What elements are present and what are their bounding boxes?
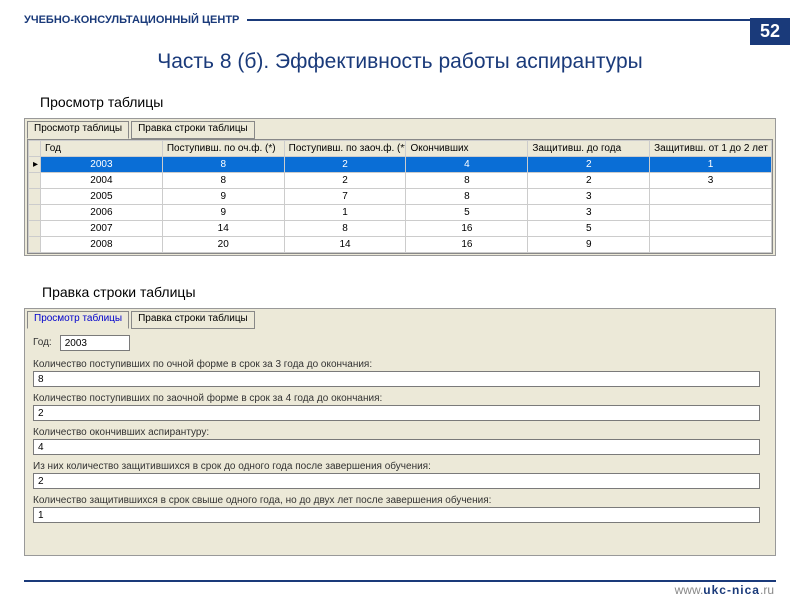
cell[interactable]: 2005 (41, 189, 163, 205)
cell[interactable]: 8 (162, 173, 284, 189)
footer-url: www.ukc-nica.ru (675, 583, 774, 597)
table-view-panel: Просмотр таблицы Правка строки таблицы Г… (24, 118, 776, 256)
cell[interactable] (650, 189, 772, 205)
page-number: 52 (750, 18, 790, 45)
col-c1[interactable]: Поступивш. по оч.ф. (*) (162, 141, 284, 157)
cell[interactable]: 3 (528, 189, 650, 205)
year-input[interactable] (60, 335, 130, 351)
row-edit-panel: Просмотр таблицы Правка строки таблицы Г… (24, 308, 776, 556)
col-c4[interactable]: Защитивш. до года (528, 141, 650, 157)
cell[interactable]: 2003 (41, 157, 163, 173)
org-name: УЧЕБНО-КОНСУЛЬТАЦИОННЫЙ ЦЕНТР (24, 14, 239, 26)
cell[interactable]: 2006 (41, 205, 163, 221)
row-selector-header (29, 141, 41, 157)
cell[interactable]: 16 (406, 237, 528, 253)
section-view-label: Просмотр таблицы (40, 94, 163, 110)
f3-label: Количество окончивших аспирантуру: (33, 427, 767, 438)
cell[interactable]: 8 (284, 221, 406, 237)
f3-input[interactable] (33, 439, 760, 455)
table-row[interactable]: 200482823 (29, 173, 772, 189)
cell[interactable]: 20 (162, 237, 284, 253)
cell[interactable] (650, 205, 772, 221)
cell[interactable]: 3 (650, 173, 772, 189)
year-label: Год: (33, 337, 52, 348)
tabs-top: Просмотр таблицы Правка строки таблицы (27, 121, 775, 139)
cell[interactable]: 1 (650, 157, 772, 173)
cell[interactable]: 5 (406, 205, 528, 221)
cell[interactable]: 8 (406, 189, 528, 205)
f4-input[interactable] (33, 473, 760, 489)
tab-view-2[interactable]: Просмотр таблицы (27, 311, 129, 329)
cell[interactable] (650, 237, 772, 253)
row-marker[interactable] (29, 189, 41, 205)
cell[interactable]: 2008 (41, 237, 163, 253)
cell[interactable]: 1 (284, 205, 406, 221)
col-c2[interactable]: Поступивш. по заоч.ф. (**) (284, 141, 406, 157)
table-row[interactable]: 2007148165 (29, 221, 772, 237)
cell[interactable] (650, 221, 772, 237)
cell[interactable]: 7 (284, 189, 406, 205)
tab-edit[interactable]: Правка строки таблицы (131, 121, 255, 139)
header-rule (247, 19, 776, 21)
f1-input[interactable] (33, 371, 760, 387)
tab-edit-2[interactable]: Правка строки таблицы (131, 311, 255, 329)
page-title: Часть 8 (б). Эффективность работы аспира… (0, 50, 800, 74)
header: УЧЕБНО-КОНСУЛЬТАЦИОННЫЙ ЦЕНТР (24, 10, 776, 30)
cell[interactable]: 2007 (41, 221, 163, 237)
cell[interactable]: 2 (528, 173, 650, 189)
f5-label: Количество защитившихся в срок свыше одн… (33, 495, 767, 506)
edit-form: Год: Количество поступивших по очной фор… (25, 329, 775, 535)
cell[interactable]: 8 (406, 173, 528, 189)
cell[interactable]: 14 (162, 221, 284, 237)
cell[interactable]: 9 (162, 205, 284, 221)
row-marker[interactable] (29, 237, 41, 253)
row-marker[interactable] (29, 173, 41, 189)
cell[interactable]: 2 (528, 157, 650, 173)
table-row[interactable]: 20082014169 (29, 237, 772, 253)
table-row[interactable]: 20069153 (29, 205, 772, 221)
cell[interactable]: 9 (528, 237, 650, 253)
tab-view[interactable]: Просмотр таблицы (27, 121, 129, 139)
col-year[interactable]: Год (41, 141, 163, 157)
header-row: Год Поступивш. по оч.ф. (*) Поступивш. п… (29, 141, 772, 157)
cell[interactable]: 2004 (41, 173, 163, 189)
section-edit-label: Правка строки таблицы (42, 284, 196, 300)
row-marker[interactable] (29, 205, 41, 221)
footer-rule (24, 580, 776, 582)
cell[interactable]: 5 (528, 221, 650, 237)
f4-label: Из них количество защитившихся в срок до… (33, 461, 767, 472)
f2-input[interactable] (33, 405, 760, 421)
cell[interactable]: 3 (528, 205, 650, 221)
row-marker[interactable]: ▸ (29, 157, 41, 173)
data-grid[interactable]: Год Поступивш. по оч.ф. (*) Поступивш. п… (27, 139, 773, 254)
cell[interactable]: 4 (406, 157, 528, 173)
f1-label: Количество поступивших по очной форме в … (33, 359, 767, 370)
table-row[interactable]: 20059783 (29, 189, 772, 205)
col-c5[interactable]: Защитивш. от 1 до 2 лет (650, 141, 772, 157)
cell[interactable]: 9 (162, 189, 284, 205)
f5-input[interactable] (33, 507, 760, 523)
cell[interactable]: 2 (284, 157, 406, 173)
row-marker[interactable] (29, 221, 41, 237)
f2-label: Количество поступивших по заочной форме … (33, 393, 767, 404)
table-row[interactable]: ▸200382421 (29, 157, 772, 173)
cell[interactable]: 16 (406, 221, 528, 237)
cell[interactable]: 14 (284, 237, 406, 253)
cell[interactable]: 8 (162, 157, 284, 173)
cell[interactable]: 2 (284, 173, 406, 189)
tabs-bottom: Просмотр таблицы Правка строки таблицы (27, 311, 775, 329)
col-c3[interactable]: Окончивших (406, 141, 528, 157)
